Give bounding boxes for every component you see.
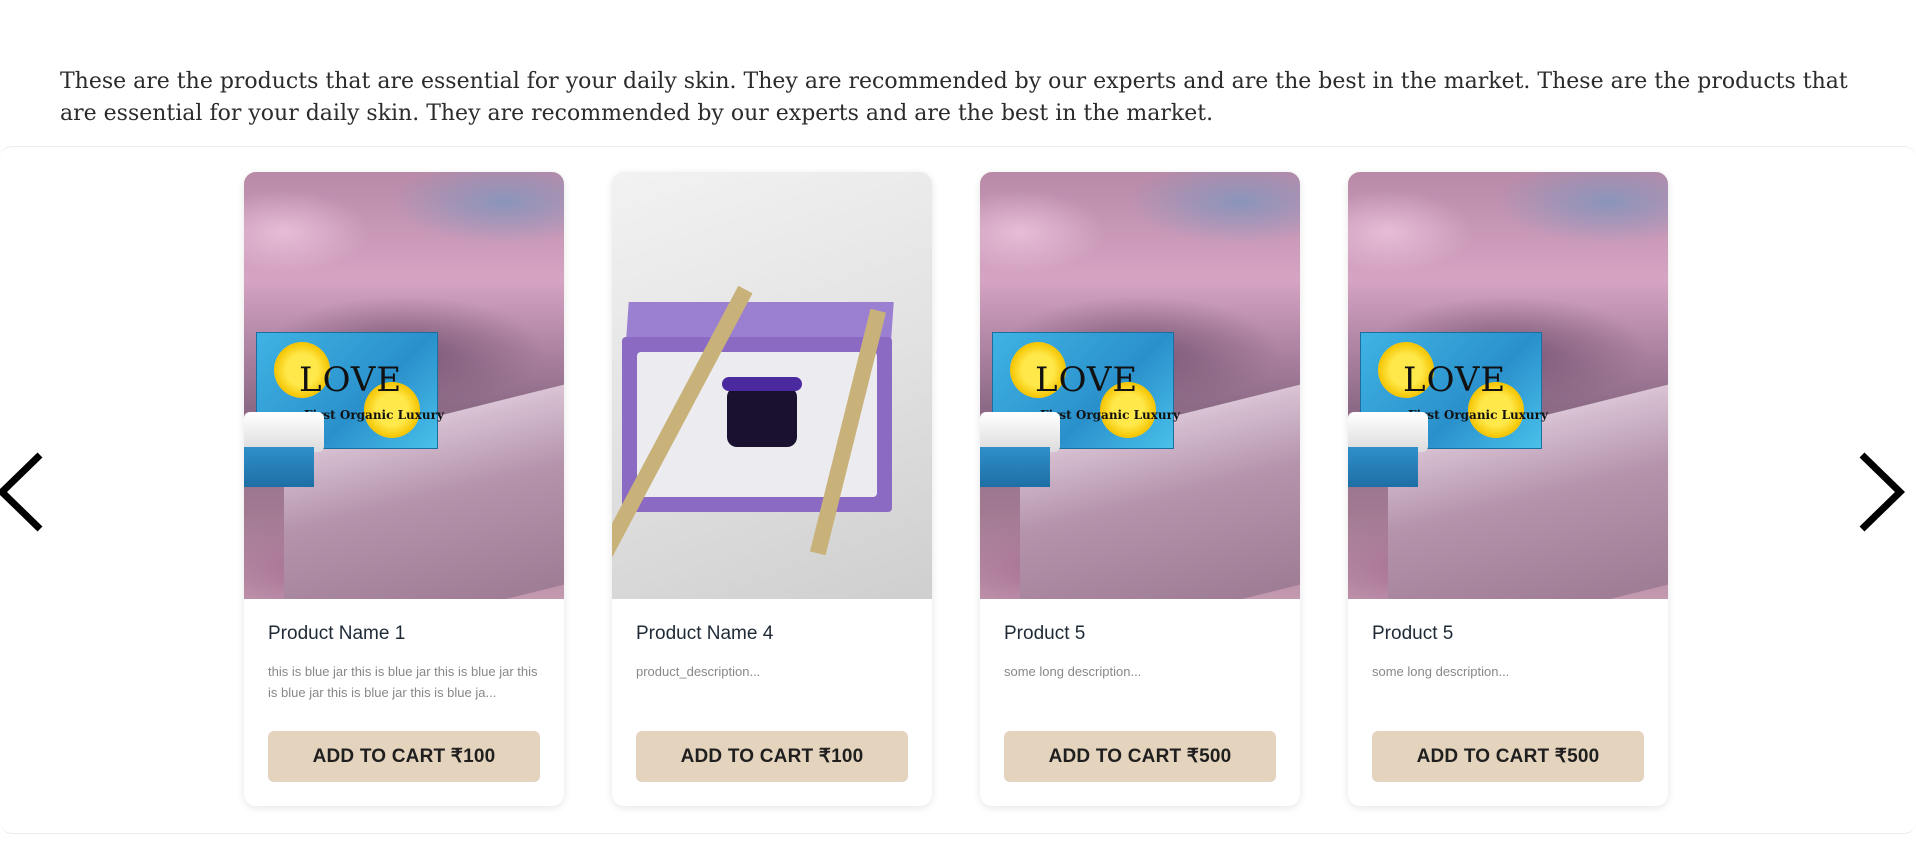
brand-logo: LOVE [1403,360,1507,400]
product-title: Product Name 4 [636,623,774,644]
product-title: Product 5 [1004,623,1086,644]
product-title: Product Name 1 [268,623,406,644]
product-description: product_description... [636,664,761,679]
product-image[interactable] [612,172,932,599]
product-description: this is blue jar this is blue jar this i… [268,664,538,700]
product-card: Product Name 4 product_description... AD… [612,172,932,806]
add-to-cart-button[interactable]: ADD TO CART ₹500 [1004,731,1276,782]
product-description: some long description... [1004,664,1142,679]
product-card: LOVE First Organic Luxury Product Name 1… [244,172,564,806]
product-image[interactable]: LOVE First Organic Luxury [244,172,564,599]
product-image[interactable]: LOVE First Organic Luxury [1348,172,1668,599]
product-card: LOVE First Organic Luxury Product 5 some… [980,172,1300,806]
carousel-prev-button[interactable] [0,447,62,537]
add-to-cart-button[interactable]: ADD TO CART ₹100 [268,731,540,782]
intro-text: These are the products that are essentia… [60,69,1848,126]
add-to-cart-button[interactable]: ADD TO CART ₹100 [636,731,908,782]
product-carousel: LOVE First Organic Luxury Product Name 1… [0,146,1916,834]
product-description: some long description... [1372,664,1510,679]
product-title: Product 5 [1372,623,1454,644]
chevron-left-icon [0,452,43,532]
add-to-cart-button[interactable]: ADD TO CART ₹500 [1372,731,1644,782]
chevron-right-icon [1859,452,1906,532]
carousel-next-button[interactable] [1840,447,1910,537]
brand-logo: LOVE [299,360,403,400]
brand-logo: LOVE [1035,360,1139,400]
product-image[interactable]: LOVE First Organic Luxury [980,172,1300,599]
product-card: LOVE First Organic Luxury Product 5 some… [1348,172,1668,806]
